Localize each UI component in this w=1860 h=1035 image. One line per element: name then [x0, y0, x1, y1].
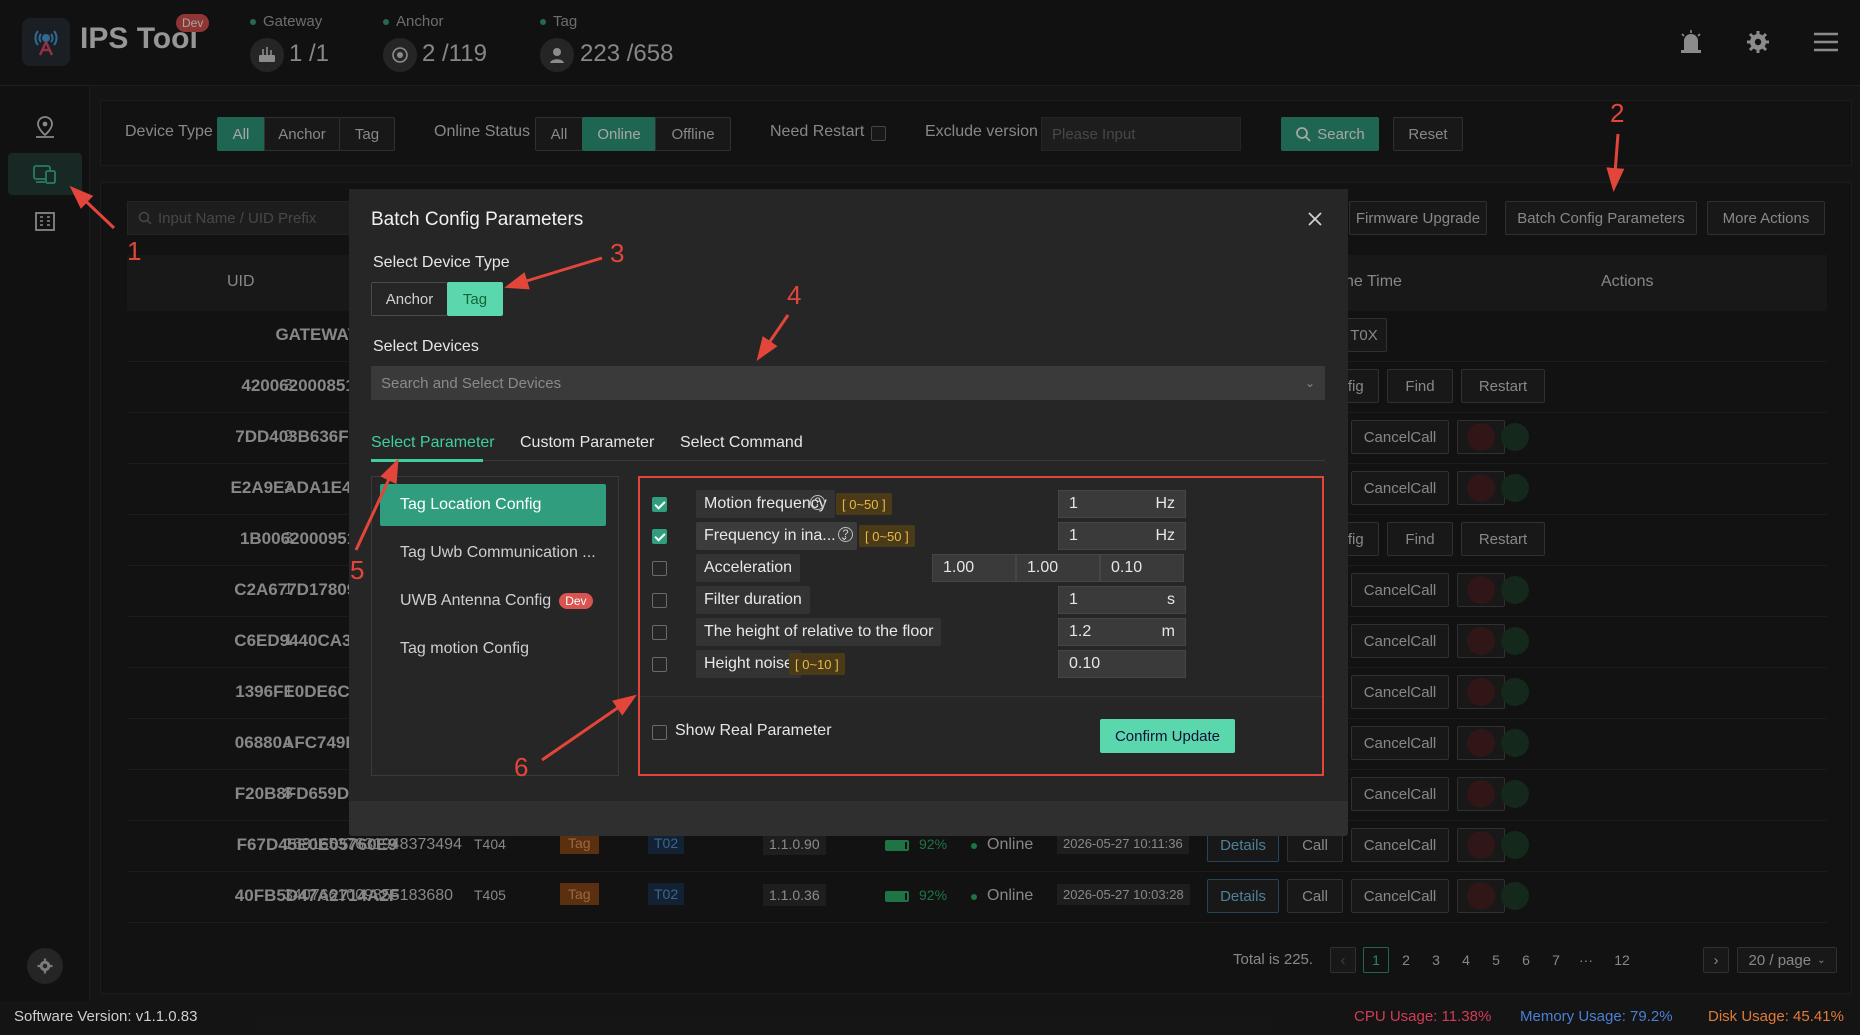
- annotation-arrow-1: [69, 185, 116, 230]
- annotation-arrow-3: [504, 256, 603, 290]
- annotation-2: 2: [1610, 98, 1625, 128]
- annotation-6: 6: [514, 752, 529, 782]
- annotation-4: 4: [787, 280, 802, 310]
- software-version: Software Version: v1.1.0.83: [14, 1008, 198, 1025]
- annotation-arrows: [69, 133, 1625, 762]
- annotation-3: 3: [610, 238, 625, 268]
- memory-usage: Memory Usage: 79.2%: [1520, 1008, 1673, 1025]
- annotation-arrow-5: [354, 458, 399, 551]
- cpu-usage: CPU Usage: 11.38%: [1354, 1008, 1492, 1025]
- annotation-1: 1: [127, 236, 142, 266]
- annotation-arrow-6: [541, 694, 637, 762]
- annotation-5: 5: [350, 555, 365, 585]
- disk-usage: Disk Usage: 45.41%: [1708, 1008, 1844, 1025]
- annotation-arrow-4: [756, 314, 790, 361]
- annotation-arrow-2: [1606, 133, 1625, 192]
